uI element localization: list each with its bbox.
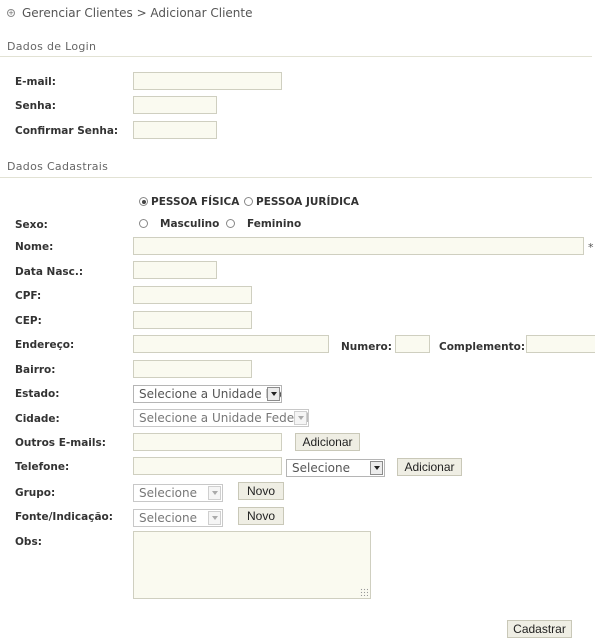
plus-circle-icon[interactable]: + [7, 9, 15, 17]
cidade-select-value: Selecione a Unidade Federal [139, 411, 309, 425]
breadcrumb: Gerenciar Clientes > Adicionar Cliente [22, 6, 253, 20]
radio-masculino[interactable] [139, 219, 148, 228]
divider [0, 177, 592, 178]
chevron-down-icon [208, 486, 221, 500]
section-title-cadastrais: Dados Cadastrais [7, 160, 109, 173]
new-source-button[interactable]: Novo [238, 507, 284, 525]
pessoa-fisica-label: PESSOA FÍSICA [151, 196, 240, 208]
add-phone-button[interactable]: Adicionar [397, 458, 462, 476]
cpf-label: CPF: [15, 290, 42, 302]
fonte-select-value: Selecione [139, 511, 197, 525]
cpf-field[interactable] [133, 286, 252, 304]
add-email-button[interactable]: Adicionar [295, 433, 360, 451]
chevron-down-icon [267, 387, 280, 401]
chevron-down-icon [208, 511, 221, 525]
numero-label: Numero: [341, 341, 392, 353]
bairro-label: Bairro: [15, 364, 56, 376]
radio-feminino[interactable] [226, 219, 235, 228]
nome-field[interactable] [133, 237, 584, 255]
password-field[interactable] [133, 96, 217, 114]
bairro-field[interactable] [133, 360, 252, 378]
complemento-field[interactable] [526, 335, 595, 353]
submit-button[interactable]: Cadastrar [507, 620, 572, 638]
chevron-down-icon [294, 411, 307, 425]
confirm-password-field[interactable] [133, 121, 217, 139]
grupo-select[interactable]: Selecione [133, 484, 223, 502]
telefone-type-value: Selecione [292, 461, 350, 475]
masculino-label: Masculino [160, 218, 220, 230]
chevron-down-icon [370, 461, 383, 475]
fonte-select[interactable]: Selecione [133, 509, 223, 527]
feminino-label: Feminino [247, 218, 302, 230]
grupo-label: Grupo: [15, 487, 56, 499]
estado-select-value: Selecione a Unidade Federal [139, 387, 281, 401]
birthdate-field[interactable] [133, 261, 217, 279]
cep-label: CEP: [15, 315, 42, 327]
required-mark: * [588, 241, 594, 254]
data-nasc-label: Data Nasc.: [15, 266, 84, 278]
outros-emails-label: Outros E-mails: [15, 437, 106, 449]
numero-field[interactable] [395, 335, 430, 353]
confirm-password-label: Confirmar Senha: [15, 125, 119, 137]
senha-label: Senha: [15, 100, 56, 112]
telefone-label: Telefone: [15, 461, 70, 473]
cidade-select[interactable]: Selecione a Unidade Federal [133, 409, 309, 427]
telefone-field[interactable] [133, 457, 282, 475]
section-title-login: Dados de Login [7, 40, 97, 53]
telefone-type-select[interactable]: Selecione [286, 459, 385, 477]
sexo-label: Sexo: [15, 219, 48, 231]
cidade-label: Cidade: [15, 413, 60, 425]
obs-label: Obs: [15, 536, 42, 548]
radio-pessoa-fisica[interactable] [139, 197, 148, 206]
email-label: E-mail: [15, 76, 56, 88]
endereco-field[interactable] [133, 335, 329, 353]
email-field[interactable] [133, 72, 282, 90]
obs-textarea[interactable] [133, 531, 371, 599]
nome-label: Nome: [15, 241, 54, 253]
radio-pessoa-juridica[interactable] [244, 197, 253, 206]
new-group-button[interactable]: Novo [238, 482, 284, 500]
estado-label: Estado: [15, 388, 60, 400]
outros-emails-field[interactable] [133, 433, 282, 451]
cep-field[interactable] [133, 311, 252, 329]
estado-select[interactable]: Selecione a Unidade Federal [133, 385, 282, 403]
complemento-label: Complemento: [439, 341, 526, 353]
endereco-label: Endereço: [15, 339, 75, 351]
fonte-label: Fonte/Indicação: [15, 511, 113, 523]
resize-grip-icon[interactable] [360, 588, 368, 596]
pessoa-juridica-label: PESSOA JURÍDICA [256, 196, 359, 208]
divider [0, 56, 592, 57]
grupo-select-value: Selecione [139, 486, 197, 500]
